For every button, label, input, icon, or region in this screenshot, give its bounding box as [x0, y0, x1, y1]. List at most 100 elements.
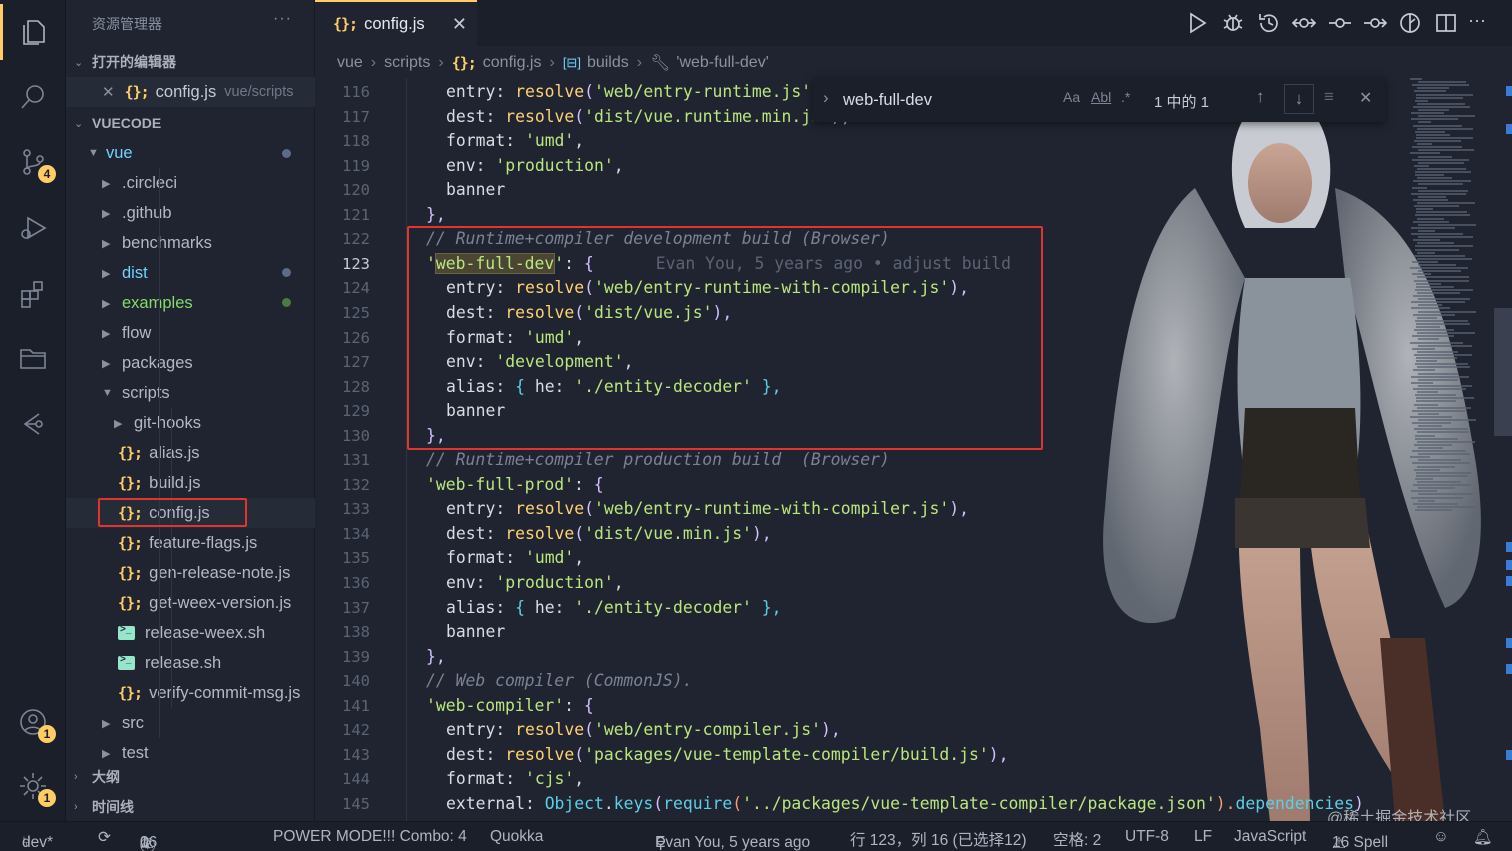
breadcrumb-item[interactable]: scripts	[384, 54, 430, 72]
scrollbar-thumb[interactable]	[1494, 308, 1512, 436]
code-line: // Runtime+compiler production build (Br…	[426, 450, 890, 470]
line-number: 145	[342, 794, 370, 813]
sync-icon[interactable]: ⟳	[98, 828, 111, 847]
tree-item-circleci[interactable]: ▶ .circleci	[66, 168, 315, 198]
tree-item-alias-js[interactable]: {}; alias.js	[66, 438, 315, 468]
whole-word-toggle[interactable]: Abl	[1091, 89, 1111, 105]
status-dot	[282, 298, 291, 307]
minimap-line	[1412, 198, 1449, 201]
commit-icon[interactable]	[1327, 10, 1353, 36]
run-icon[interactable]	[1184, 10, 1210, 36]
minimap-line	[1415, 363, 1469, 366]
minimap-line	[1417, 465, 1456, 468]
timeline-icon[interactable]	[1397, 10, 1423, 36]
code-editor[interactable]: 116 entry: resolve('web/entry-runtime.js'…	[315, 78, 1512, 821]
explorer-icon[interactable]	[13, 12, 53, 52]
breadcrumb-item[interactable]: 'web-full-dev'	[676, 54, 768, 72]
tree-item-get-weex-version-js[interactable]: {}; get-weex-version.js	[66, 588, 315, 618]
search-icon[interactable]	[13, 77, 53, 117]
close-tab-icon[interactable]: ✕	[452, 14, 467, 35]
power-mode-status: POWER MODE!!! Combo: 4	[273, 828, 467, 845]
tree-item-release-sh[interactable]: release.sh	[66, 648, 315, 678]
tree-item-dist[interactable]: ▶ dist	[66, 258, 315, 288]
notifications-bell-icon[interactable]: 🔔︎	[1473, 828, 1493, 847]
tree-item-flow[interactable]: ▶ flow	[66, 318, 315, 348]
folder-vue[interactable]: ▼ vue	[66, 138, 315, 168]
more-actions-icon[interactable]: ···	[273, 10, 292, 28]
indentation-status[interactable]: 空格: 2	[1053, 828, 1101, 850]
gitlens-icon[interactable]	[13, 404, 53, 444]
breadcrumb-item[interactable]: config.js	[483, 54, 542, 72]
tree-item-scripts[interactable]: ▼ scripts	[66, 378, 315, 408]
cursor-position[interactable]: 行 123，列 16 (已选择12)	[850, 828, 1027, 850]
minimap-line	[1417, 419, 1476, 421]
next-match-icon[interactable]: ↓	[1284, 84, 1314, 114]
tree-item-release-weex-sh[interactable]: release-weex.sh	[66, 618, 315, 648]
project-manager-icon[interactable]	[13, 338, 53, 378]
tree-item-gen-release-note-js[interactable]: {}; gen-release-note.js	[66, 558, 315, 588]
chevron-right-icon: ›	[438, 54, 444, 71]
timeline-header[interactable]: › 时间线	[66, 792, 315, 822]
minimap-line	[1411, 450, 1467, 452]
outline-header[interactable]: › 大纲	[66, 762, 315, 792]
close-find-icon[interactable]: ✕	[1359, 88, 1372, 108]
tab-config-js[interactable]: {}; config.js ✕	[315, 0, 477, 46]
overview-ruler[interactable]	[1494, 78, 1512, 821]
tree-item-feature-flags-js[interactable]: {}; feature-flags.js	[66, 528, 315, 558]
line-number: 133	[342, 500, 370, 519]
compare-previous-icon[interactable]	[1291, 10, 1317, 36]
code-line: env: 'production',	[446, 155, 624, 175]
tree-item-packages[interactable]: ▶ packages	[66, 348, 315, 378]
split-editor-icon[interactable]	[1433, 10, 1459, 36]
minimap-line	[1417, 189, 1469, 192]
history-icon[interactable]	[1256, 10, 1282, 36]
tree-item-build-js[interactable]: {}; build.js	[66, 468, 315, 498]
tree-item-github[interactable]: ▶ .github	[66, 198, 315, 228]
previous-match-icon[interactable]: ↑	[1256, 87, 1265, 107]
minimap-line	[1413, 164, 1429, 167]
minimap-line	[1417, 378, 1459, 381]
tree-item-src[interactable]: ▶ src	[66, 708, 315, 738]
tree-item-git-hooks[interactable]: ▶ git-hooks	[66, 408, 315, 438]
extensions-icon[interactable]	[13, 274, 53, 314]
tree-item-verify-commit-msg-js[interactable]: {}; verify-commit-msg.js	[66, 678, 315, 708]
minimap-line	[1414, 214, 1471, 217]
compare-next-icon[interactable]	[1362, 10, 1388, 36]
source-control-icon[interactable]: 4	[13, 142, 56, 183]
more-actions-icon[interactable]: ···	[1468, 10, 1494, 36]
minimap-line	[1417, 412, 1439, 415]
minimap-line	[1417, 338, 1440, 341]
accounts-badge: 1	[38, 725, 56, 743]
minimap-line	[1413, 90, 1447, 93]
workspace-header[interactable]: ⌄ VUECODE	[66, 108, 315, 138]
minimap-line	[1417, 127, 1474, 130]
language-mode[interactable]: JavaScript	[1234, 828, 1306, 846]
debug-icon[interactable]	[1220, 10, 1246, 36]
tree-item-examples[interactable]: ▶ examples	[66, 288, 315, 318]
eol-status[interactable]: LF	[1194, 828, 1212, 846]
minimap[interactable]	[1410, 78, 1494, 518]
quokka-status[interactable]: Quokka	[490, 828, 543, 846]
open-editor-item[interactable]: ✕ {}; config.js vue/scripts	[66, 77, 315, 107]
breadcrumb-item[interactable]: builds	[587, 54, 629, 72]
encoding-status[interactable]: UTF-8	[1125, 828, 1169, 846]
toggle-replace-icon[interactable]: ›	[823, 88, 829, 108]
close-icon[interactable]: ✕	[102, 83, 115, 101]
run-debug-icon[interactable]	[13, 208, 53, 248]
minimap-line	[1415, 285, 1455, 288]
minimap-line	[1417, 236, 1473, 239]
accounts-icon[interactable]: 1	[13, 702, 56, 743]
minimap-line	[1412, 388, 1466, 390]
regex-toggle[interactable]: .*	[1121, 89, 1130, 105]
open-editors-header[interactable]: ⌄ 打开的编辑器	[66, 47, 315, 77]
minimap-line	[1414, 468, 1441, 471]
settings-gear-icon[interactable]: 1	[13, 766, 56, 807]
line-number: 125	[342, 303, 370, 322]
feedback-icon[interactable]: ☺	[1433, 828, 1449, 846]
minimap-line	[1413, 353, 1472, 356]
match-case-toggle[interactable]: Aa	[1063, 89, 1080, 105]
web-full-dev-highlight-box	[407, 226, 1043, 450]
find-in-selection-icon[interactable]: ≡	[1324, 87, 1334, 107]
tree-item-benchmarks[interactable]: ▶ benchmarks	[66, 228, 315, 258]
breadcrumb-item[interactable]: vue	[337, 54, 363, 72]
